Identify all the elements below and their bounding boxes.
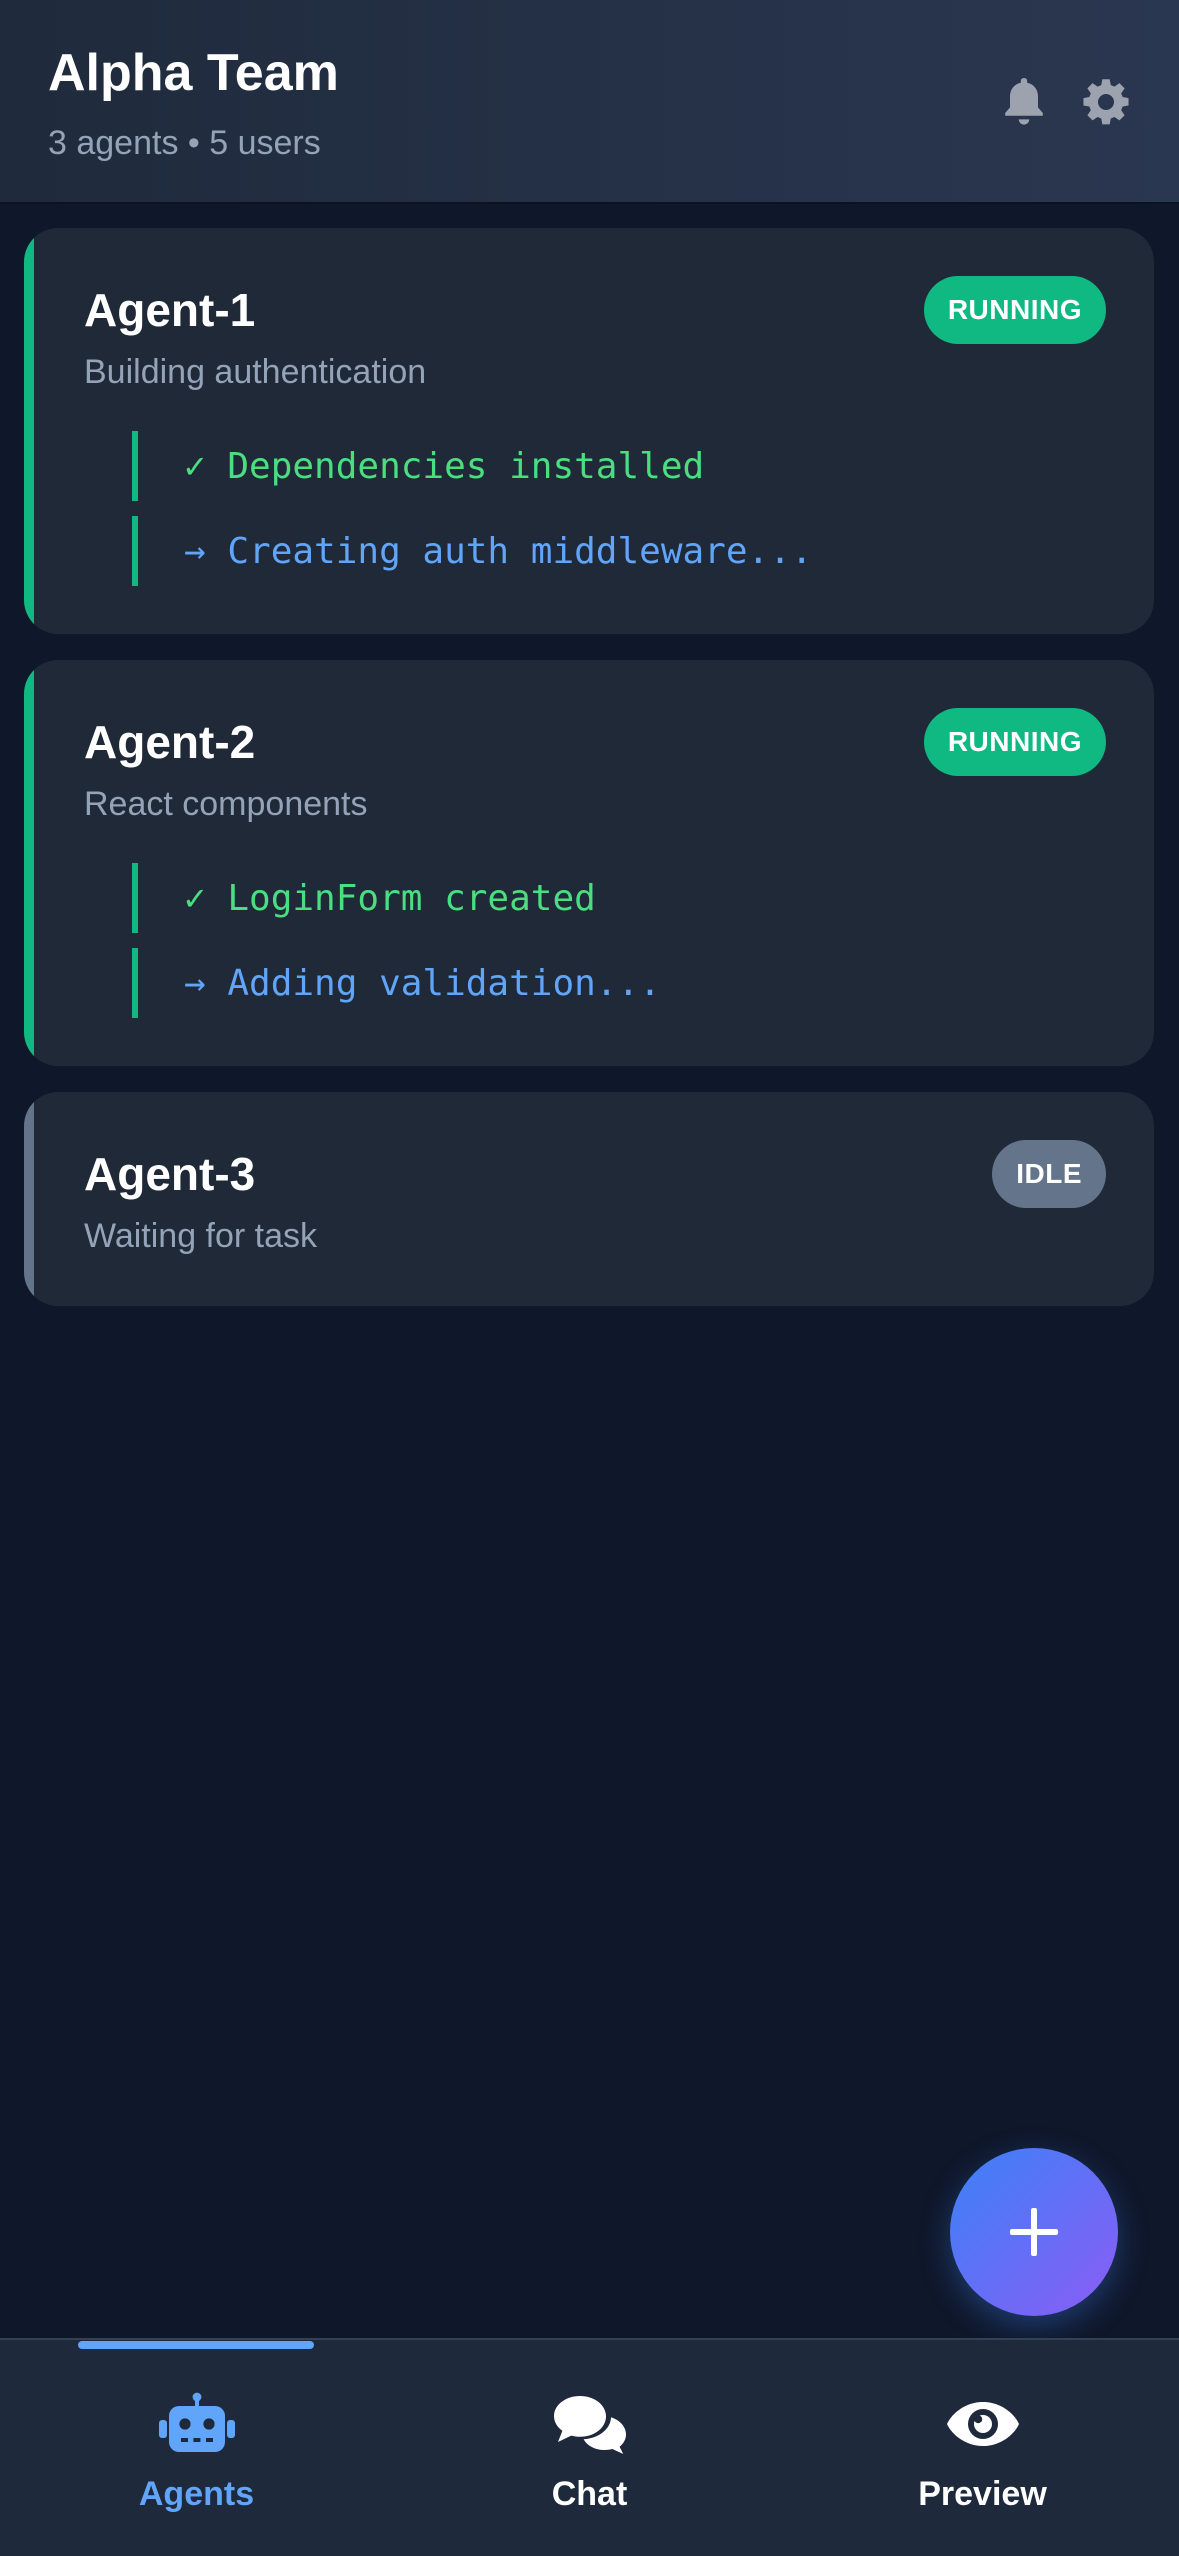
- plus-icon: [1010, 2208, 1058, 2256]
- status-accent-bar: [24, 1092, 34, 1306]
- status-badge: RUNNING: [923, 276, 1106, 344]
- eye-icon: [786, 2384, 1179, 2464]
- app-header: Alpha Team 3 agents • 5 users: [0, 0, 1179, 204]
- agent-name: Agent-3: [84, 1148, 256, 1200]
- agent-description: Building authentication: [84, 353, 427, 391]
- nav-item-chat[interactable]: Chat: [393, 2340, 786, 2556]
- robot-icon: [0, 2384, 393, 2464]
- status-accent-bar: [24, 660, 34, 1066]
- status-accent-bar: [24, 228, 34, 634]
- status-badge: RUNNING: [923, 708, 1106, 776]
- nav-label: Chat: [551, 2475, 628, 2513]
- active-tab-indicator: [78, 2341, 314, 2349]
- agent-description: Waiting for task: [84, 1217, 318, 1255]
- log-line: ✓ Dependencies installed: [132, 431, 704, 501]
- bell-icon[interactable]: [992, 70, 1056, 134]
- agent-card[interactable]: Agent-3 Waiting for task IDLE: [24, 1092, 1154, 1306]
- nav-item-preview[interactable]: Preview: [786, 2340, 1179, 2556]
- gear-icon[interactable]: [1074, 70, 1138, 134]
- bottom-nav: Agents Chat Preview: [0, 2338, 1179, 2556]
- agent-description: React components: [84, 785, 368, 823]
- status-badge: IDLE: [992, 1140, 1106, 1208]
- nav-item-agents[interactable]: Agents: [0, 2340, 393, 2556]
- agent-name: Agent-1: [84, 284, 256, 336]
- log-line: → Creating auth middleware...: [132, 516, 813, 586]
- chat-bubbles-icon: [393, 2384, 786, 2464]
- log-line: ✓ LoginForm created: [132, 863, 596, 933]
- team-subtitle: 3 agents • 5 users: [48, 124, 321, 162]
- agent-name: Agent-2: [84, 716, 256, 768]
- agent-card[interactable]: Agent-2 React components RUNNING ✓ Login…: [24, 660, 1154, 1066]
- agent-card[interactable]: Agent-1 Building authentication RUNNING …: [24, 228, 1154, 634]
- nav-label: Preview: [918, 2475, 1047, 2513]
- nav-label: Agents: [138, 2475, 255, 2513]
- team-title: Alpha Team: [48, 44, 339, 102]
- log-line: → Adding validation...: [132, 948, 661, 1018]
- add-agent-button[interactable]: [950, 2148, 1118, 2316]
